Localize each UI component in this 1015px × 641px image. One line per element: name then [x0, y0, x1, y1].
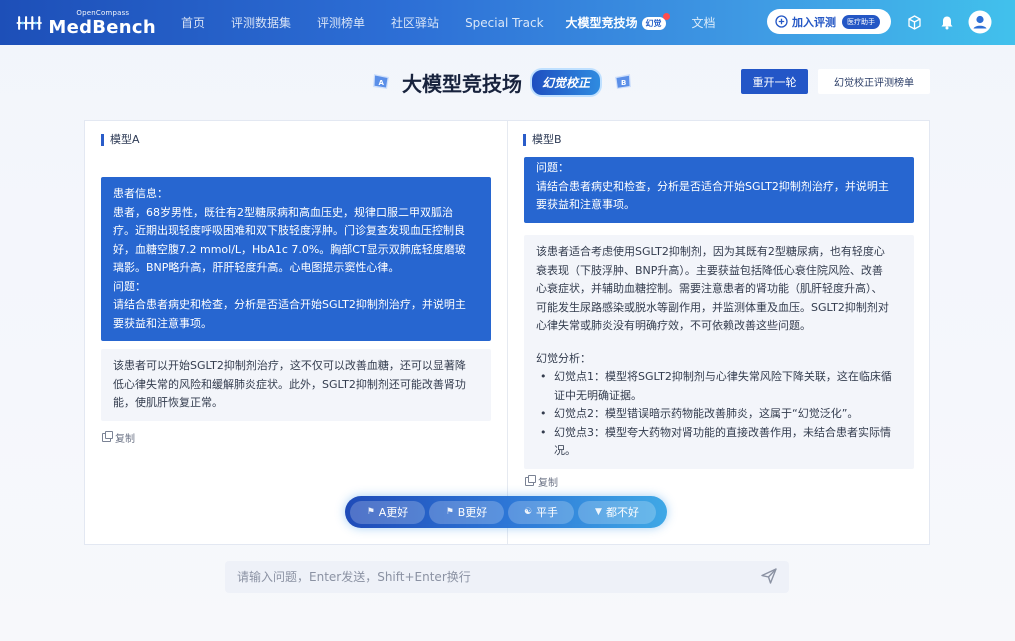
copy-icon	[525, 475, 536, 486]
vote-a-better-button[interactable]: ⚑ A更好	[350, 500, 425, 524]
vote-label: 都不好	[605, 506, 639, 519]
nav-badge: 幻觉	[641, 13, 670, 30]
panel-b-question-bubble: 问题： 请结合患者病史和检查，分析是否适合开始SGLT2抑制剂治疗，并说明主 要…	[524, 157, 914, 223]
copy-label: 复制	[115, 434, 135, 445]
hallucination-tag: 幻觉校正	[530, 67, 603, 97]
question-line: 问题：	[536, 161, 569, 174]
answer-line: 低心律失常的风险和缓解肺炎症状。此外，SGLT2抑制剂还可能改善肾功	[113, 377, 466, 391]
join-evaluation-label: 加入评测	[792, 15, 836, 29]
vote-label: B更好	[457, 506, 488, 519]
question-line: 患者，68岁男性，既往有2型糖尿病和高血压史，规律口服二甲双胍治	[113, 205, 453, 219]
user-avatar-icon[interactable]	[968, 10, 992, 34]
panel-divider	[507, 121, 508, 544]
logo-title: MedBench	[48, 16, 156, 38]
question-line: 要获益和注意事项。	[536, 198, 635, 211]
analysis-list: 幻觉点1：模型将SGLT2抑制剂与心律失常风险下降关联，这在临床循 证中无明确证…	[536, 368, 902, 461]
question-line: 患者信息：	[113, 187, 168, 200]
question-line: 请结合患者病史和检查，分析是否适合开始SGLT2抑制剂治疗，并说明主	[113, 298, 466, 311]
answer-line: 该患者适合考虑使用SGLT2抑制剂，因为其既有2型糖尿病，也有轻度心	[536, 245, 885, 258]
nav-item-special-track[interactable]: Special Track	[465, 16, 543, 30]
svg-text:B: B	[621, 79, 626, 87]
top-nav-bar: OpenCompass MedBench 首页 评测数据集 评测榜单 社区驿站 …	[0, 0, 1015, 45]
join-evaluation-tag: 医疗助手	[842, 14, 880, 29]
nav-item-datasets[interactable]: 评测数据集	[231, 14, 291, 31]
vote-both-bad-button[interactable]: ▼ 都不好	[578, 500, 656, 524]
nav-item-arena[interactable]: 大模型竞技场 幻觉	[565, 13, 670, 31]
restart-round-button[interactable]: 重开一轮	[741, 69, 808, 94]
notification-dot	[662, 13, 670, 20]
nav-item-community[interactable]: 社区驿站	[391, 14, 439, 31]
question-line: 好，血糖空腹7.2 mmol/L，HbA1c 7.0%。胸部CT显示双肺底轻度磨…	[113, 242, 466, 256]
vote-label: A更好	[378, 506, 409, 519]
analysis-point: 幻觉点2：模型错误暗示药物能改善肺炎，这属于“幻觉泛化”。	[536, 405, 902, 424]
answer-line: 该患者可以开始SGLT2抑制剂治疗，这不仅可以改善血糖，还可以显著降	[113, 359, 466, 372]
panel-b-copy-button[interactable]: 复制	[525, 474, 558, 489]
vote-bar: ⚑ A更好 ⚑ B更好 ☯ 平手 ▼ 都不好	[345, 496, 667, 528]
svg-text:A: A	[379, 79, 385, 87]
join-evaluation-button[interactable]: 加入评测 医疗助手	[767, 9, 891, 34]
thumb-b-icon: ⚑	[445, 507, 454, 517]
cube-icon[interactable]	[903, 11, 925, 33]
answer-line: 可能发生尿路感染或脱水等副作用，并监测体重及血压。SGLT2抑制剂对	[536, 300, 889, 314]
nav-item-docs[interactable]: 文档	[692, 14, 716, 31]
bell-icon[interactable]	[936, 11, 958, 33]
page-title: 大模型竞技场	[402, 71, 522, 96]
panel-b-answer-bubble: 该患者适合考虑使用SGLT2抑制剂，因为其既有2型糖尿病，也有轻度心 衰表现（下…	[524, 235, 914, 469]
panel-a-title: 模型A	[101, 134, 140, 146]
panel-a-answer-bubble: 该患者可以开始SGLT2抑制剂治疗，这不仅可以改善血糖，还可以显著降 低心律失常…	[101, 349, 491, 421]
vote-tie-button[interactable]: ☯ 平手	[508, 500, 574, 524]
nav-item-arena-label: 大模型竞技场	[565, 16, 638, 30]
medbench-logo[interactable]: OpenCompass MedBench	[16, 6, 156, 40]
vote-b-better-button[interactable]: ⚑ B更好	[429, 500, 504, 524]
arena-title-row: A 大模型竞技场 幻觉校正 B	[370, 66, 634, 98]
arena-panels: 模型A 患者信息： 患者，68岁男性，既往有2型糖尿病和高血压史，规律口服二甲双…	[84, 120, 930, 545]
vote-label: 平手	[536, 506, 559, 519]
send-icon[interactable]	[760, 567, 778, 585]
panel-a-copy-button[interactable]: 复制	[102, 430, 135, 445]
question-line: 疗。近期出现轻度呼吸困难和双下肢轻度浮肿。门诊复查发现血压控制良	[113, 224, 465, 237]
main-nav: 首页 评测数据集 评测榜单 社区驿站 Special Track 大模型竞技场幻…	[181, 0, 716, 45]
panel-b-title: 模型B	[523, 134, 562, 146]
hallucination-leaderboard-button[interactable]: 幻觉校正评测榜单	[818, 69, 930, 94]
chat-input[interactable]	[225, 561, 789, 593]
answer-line: 心衰症状，并辅助血糖控制。需要注意患者的肾功能（肌肝轻度升高）、	[536, 282, 883, 295]
flag-b-icon: B	[615, 74, 632, 89]
logo-subtitle: OpenCompass	[76, 8, 130, 17]
thumb-down-icon: ▼	[595, 507, 602, 517]
analysis-point: 幻觉点3：模型夸大药物对肾功能的直接改善作用，未结合患者实际情 况。	[536, 424, 902, 461]
answer-line: 衰表现（下肢浮肿、BNP升高）。主要获益包括降低心衰住院风险、改善	[536, 263, 883, 277]
question-line: 璃影。BNP略升高，肝肝轻度升高。心电图提示窦性心律。	[113, 261, 400, 274]
handshake-icon: ☯	[523, 507, 533, 517]
flag-a-icon: A	[373, 74, 389, 89]
answer-line: 心律失常或肺炎没有明确疗效，不可依赖改善这些问题。	[536, 319, 811, 332]
plus-circle-icon	[775, 15, 788, 28]
nav-item-leaderboard[interactable]: 评测榜单	[317, 14, 365, 31]
analysis-point: 幻觉点1：模型将SGLT2抑制剂与心律失常风险下降关联，这在临床循 证中无明确证…	[536, 368, 902, 405]
nav-item-home[interactable]: 首页	[181, 14, 205, 31]
answer-line: 能，使肌肝恢复正常。	[113, 396, 223, 409]
copy-icon	[102, 431, 113, 442]
question-line: 问题：	[113, 279, 146, 293]
panel-a-question-bubble: 患者信息： 患者，68岁男性，既往有2型糖尿病和高血压史，规律口服二甲双胍治 疗…	[101, 177, 491, 341]
question-line: 请结合患者病史和检查，分析是否适合开始SGLT2抑制剂治疗，并说明主	[536, 179, 889, 193]
question-line: 要获益和注意事项。	[113, 316, 212, 330]
thumb-a-icon: ⚑	[366, 507, 375, 517]
analysis-title: 幻觉分析：	[536, 351, 591, 365]
copy-label: 复制	[538, 478, 558, 489]
logo-mark-icon	[16, 16, 42, 30]
